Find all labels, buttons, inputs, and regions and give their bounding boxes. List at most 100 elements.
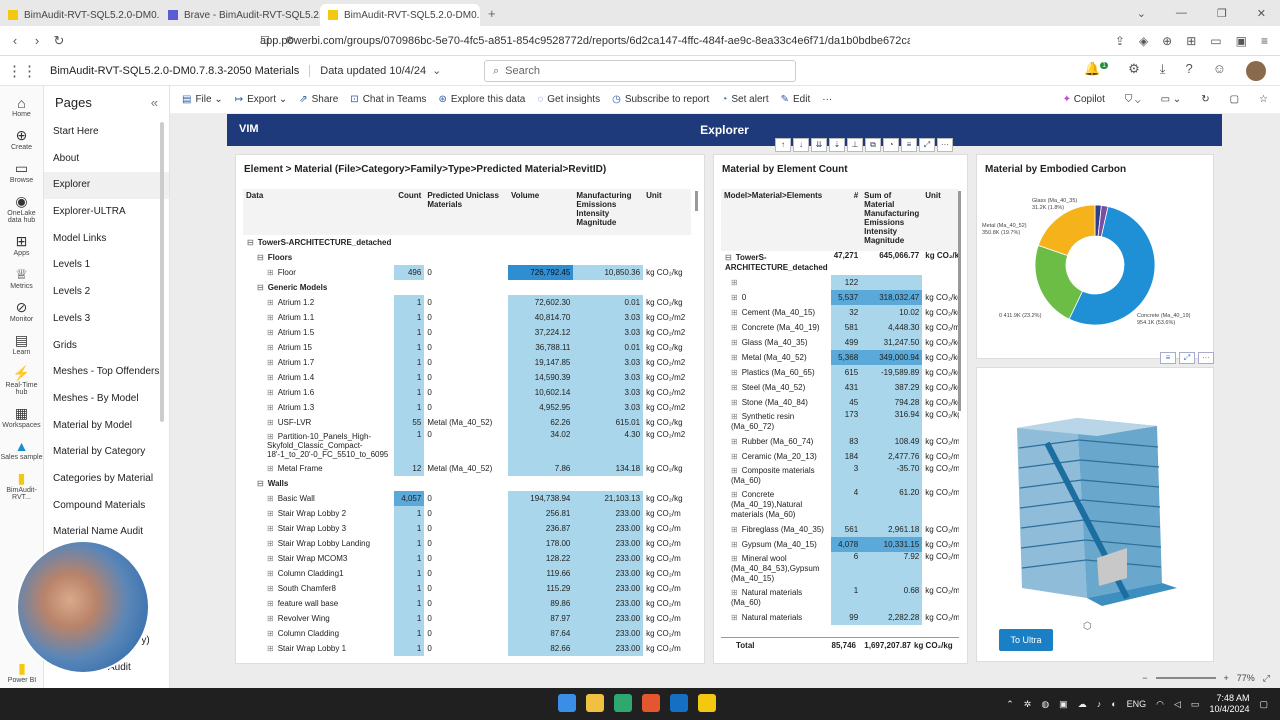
table-row[interactable]: ⊞ Stair Wrap Lobby 3 1 0 236.87 233.00 kg CO₂/… [243, 521, 691, 536]
sidebar-icon[interactable]: ▭ [1210, 34, 1221, 48]
cloud-icon[interactable]: ☁ [1078, 699, 1087, 710]
column-header[interactable]: Volume [507, 189, 574, 235]
forward-icon[interactable]: › [26, 33, 48, 48]
page-item[interactable]: Meshes - Top Offenders [44, 359, 169, 386]
table-scrollbar[interactable] [695, 191, 698, 211]
expand-icon[interactable]: ⊞ [267, 328, 274, 337]
expand-icon[interactable]: ⊞ [731, 490, 738, 499]
expand-icon[interactable]: ⊞ [731, 412, 738, 421]
edge-icon[interactable] [614, 694, 632, 712]
explore-data-button[interactable]: ⊛ Explore this data [438, 94, 525, 105]
share-button[interactable]: ⇗ Share [299, 94, 338, 105]
expand-icon[interactable]: ⊞ [267, 358, 274, 367]
get-insights-button[interactable]: ◌ Get insights [537, 94, 600, 105]
back-icon[interactable]: ‹ [4, 33, 26, 48]
next-level-icon[interactable]: ⇊ [811, 138, 827, 152]
table-row[interactable]: ⊞ Stair Wrap Lobby 2 1 0 256.81 233.00 kg CO₂/… [243, 506, 691, 521]
viewer-cube-icon[interactable]: ⬡ [1083, 621, 1092, 632]
report-title[interactable]: BimAudit-RVT-SQL5.2.0-DM0.7.8.3-2050 Mat… [50, 65, 299, 77]
page-item[interactable]: Meshes - By Model [44, 386, 169, 413]
column-header[interactable]: # [830, 189, 862, 251]
minimize-icon[interactable]: — [1176, 7, 1187, 20]
table-row[interactable]: ⊞ Atrium 1.2 1 0 72,602.30 0.01 kg CO₂/kg [243, 295, 691, 310]
file-menu[interactable]: ▤ File ⌄ [182, 94, 223, 105]
filter-icon[interactable]: ≡ [901, 138, 917, 152]
column-header[interactable]: Predicted Uniclass Materials [424, 189, 508, 235]
expand-icon[interactable]: ⊞ [731, 338, 738, 347]
table-row[interactable]: ⊞ Fibreglass (Ma_40_35) 561 2,961.18 kg CO₂/… [721, 522, 959, 537]
rail-item[interactable]: ♕ Metrics [0, 266, 43, 290]
expand-icon[interactable]: ⊞ [267, 599, 274, 608]
browser-tab[interactable]: Brave - BimAudit-RVT-SQL5.2.0-DM✕ [160, 4, 320, 26]
export-menu[interactable]: ↦ Export ⌄ [235, 94, 287, 105]
collapse-icon[interactable]: ⊟ [257, 283, 264, 292]
focus-icon[interactable]: ⤢ [919, 138, 935, 152]
alert-icon[interactable]: ◔ [883, 138, 899, 152]
translate-icon[interactable]: ⊕ [1162, 34, 1172, 48]
collapse-icon[interactable]: ⊟ [247, 238, 254, 247]
expand-icon[interactable]: ⊞ [731, 466, 738, 475]
page-item[interactable]: Compound Materials [44, 493, 169, 520]
page-item[interactable]: Start Here [44, 119, 169, 146]
chat-in-teams-button[interactable]: ⊡ Chat in Teams [350, 94, 426, 105]
expand-icon[interactable]: ⊞ [267, 432, 274, 441]
table-row[interactable]: ⊞ Atrium 1.3 1 0 4,952.95 3.03 kg CO₂/m2 [243, 400, 691, 415]
wallet-icon[interactable]: ▣ [1236, 34, 1247, 48]
powerbi-icon[interactable] [698, 694, 716, 712]
table-row[interactable]: ⊞ Composite materials (Ma_60) 3 -35.70 kg CO… [721, 464, 959, 488]
table-row[interactable]: ⊞ Stair Wrap Lobby Landing 1 0 178.00 233.00 k… [243, 536, 691, 551]
expand-icon[interactable]: ⊞ [731, 278, 738, 287]
expand-icon[interactable]: ⊞ [267, 388, 274, 397]
table-row[interactable]: ⊞ Atrium 1.1 1 0 40,814.70 3.03 kg CO₂/m2 [243, 310, 691, 325]
favorite-icon[interactable]: ☆ [1259, 94, 1268, 105]
table-row[interactable]: ⊞ Steel (Ma_40_52) 431 387.29 kg CO₂/kg [721, 380, 959, 395]
maximize-icon[interactable]: ❐ [1217, 7, 1227, 20]
extensions-icon[interactable]: ⊞ [1186, 34, 1196, 48]
start-icon[interactable] [558, 694, 576, 712]
expand-icon[interactable]: ⊞ [267, 373, 274, 382]
expand-icon[interactable]: ⊞ [267, 509, 274, 518]
table-row[interactable]: ⊞ Cement (Ma_40_15) 32 10.02 kg CO₂/kg [721, 305, 959, 320]
pages-scrollbar[interactable] [160, 122, 164, 422]
page-item[interactable]: Grids [44, 333, 169, 360]
rail-item[interactable]: ◉ OneLake data hub [0, 193, 43, 224]
more-options-icon[interactable]: ··· [822, 94, 832, 105]
expand-icon[interactable]: ⊞ [731, 554, 738, 563]
expand-icon[interactable]: ⊞ [731, 588, 738, 597]
expand-icon[interactable]: ⊞ [731, 383, 738, 392]
table-row[interactable]: ⊞ Metal (Ma_40_52) 5,368 349,000.94 kg CO₂/k… [721, 350, 959, 365]
rail-item[interactable]: ▭ Browse [0, 160, 43, 184]
table-row[interactable]: ⊞ Atrium 1.5 1 0 37,224.12 3.03 kg CO₂/m2 [243, 325, 691, 340]
zoom-out-icon[interactable]: − [1142, 673, 1147, 683]
browser-tab[interactable]: BimAudit-RVT-SQL5.2.0-DM0.7.8.3✕ [0, 4, 160, 26]
refresh-icon[interactable]: ↻ [1201, 94, 1209, 105]
page-item[interactable]: Levels 2 [44, 279, 169, 306]
focus-icon[interactable]: ⤢ [1179, 352, 1195, 364]
rail-item[interactable]: ⊞ Apps [0, 233, 43, 257]
collapse-icon[interactable]: ⊟ [725, 253, 732, 262]
table-row[interactable]: ⊞ Atrium 1.4 1 0 14,590.39 3.03 kg CO₂/m2 [243, 370, 691, 385]
donut-chart[interactable]: Glass (Ma_40_35)31.2K (1.8%) Metal (Ma_40… [977, 185, 1213, 355]
table-row[interactable]: ⊞ Column Cladding 1 0 87.64 233.00 kg CO₂/m [243, 626, 691, 641]
rail-item[interactable]: ⊕ Create [0, 127, 43, 151]
zoom-slider[interactable] [1155, 677, 1216, 679]
close-window-icon[interactable]: ✕ [1257, 7, 1266, 20]
share-icon[interactable]: ⇪ [1115, 34, 1125, 48]
expand-icon[interactable]: ⊞ [267, 494, 274, 503]
site-info-icon[interactable]: ⚙ [285, 34, 295, 47]
table-row[interactable]: ⊟ TowerS-ARCHITECTURE_detached 47,271 645,0… [721, 251, 959, 275]
table-row[interactable]: ⊟ Floors [243, 250, 691, 265]
table-row[interactable]: ⊞ Metal Frame 12 Metal (Ma_40_52) 7.86 134.18… [243, 461, 691, 476]
chevron-down-icon[interactable]: ⌄ [1137, 7, 1146, 20]
rail-item[interactable]: ⊘ Monitor [0, 299, 43, 323]
avatar[interactable] [1246, 60, 1266, 81]
browser-tab-active[interactable]: BimAudit-RVT-SQL5.2.0-DM0.7✕ [320, 4, 480, 26]
column-header[interactable]: Unit [643, 189, 691, 235]
brave-icon[interactable] [642, 694, 660, 712]
expand-icon[interactable]: ⊞ [731, 540, 738, 549]
outlook-icon[interactable] [670, 694, 688, 712]
expand-icon[interactable]: ⊞ [267, 584, 274, 593]
page-item[interactable]: Explorer-ULTRA [44, 199, 169, 226]
expand-icon[interactable]: ⊞ [267, 403, 274, 412]
notifications-icon[interactable]: 🔔 1 [1084, 61, 1109, 81]
